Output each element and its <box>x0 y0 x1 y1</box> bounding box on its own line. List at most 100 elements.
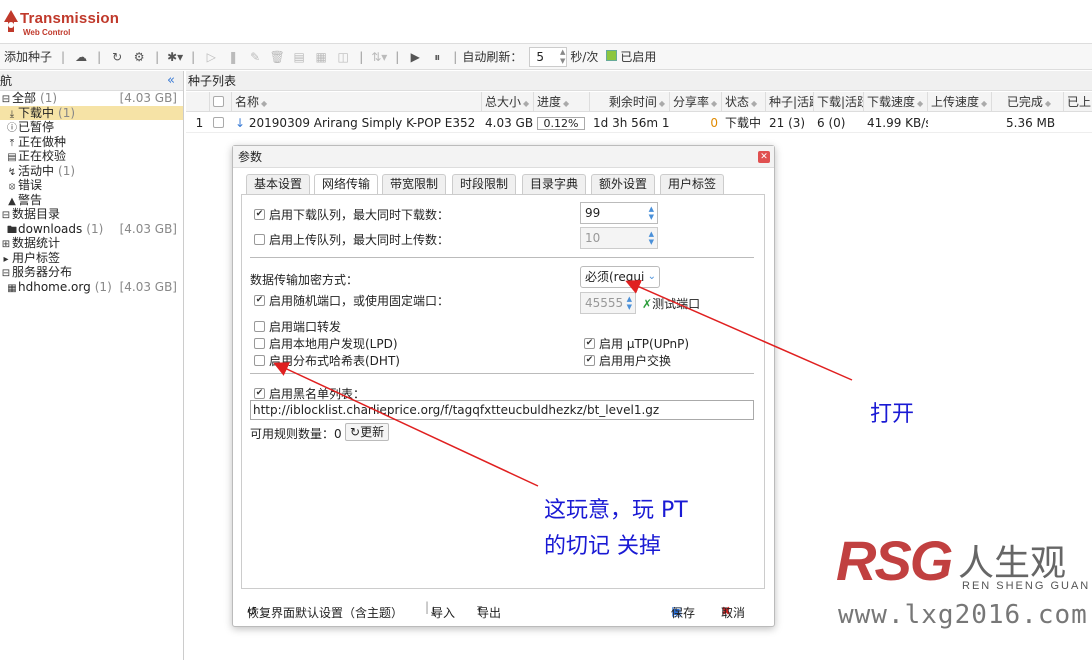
spinner-icon: ▲ ▼ <box>626 295 632 311</box>
port-forward-checkbox[interactable] <box>254 321 265 332</box>
sidebar-item-downloads[interactable]: 🖿downloads (1) [4.03 GB] <box>0 222 183 237</box>
sidebar-item-active[interactable]: ↯ 活动中 (1) <box>0 164 183 179</box>
pause-icon[interactable]: ❚ <box>224 48 242 66</box>
encryption-select[interactable]: 必须(requi ⌄ <box>580 266 660 288</box>
sidebar-item-hdhome[interactable]: ▦hdhome.org (1) [4.03 GB] <box>0 280 183 295</box>
download-queue-checkbox[interactable]: ✔ <box>254 209 265 220</box>
enabled-label: 已启用 <box>620 50 657 64</box>
sidebar-item-warning[interactable]: ▲ 警告 <box>0 193 183 208</box>
random-port-option[interactable]: ✔ 启用随机端口，或使用固定端口： <box>254 292 449 309</box>
sidebar-header: 航 « <box>0 71 183 91</box>
unit-label: 秒/次 <box>570 50 599 64</box>
sidebar-item-folders[interactable]: ⊟ 数据目录 <box>0 207 183 222</box>
blocklist-url-input[interactable]: http://iblocklist.charlieprice.org/f/tag… <box>250 400 754 420</box>
col-completed[interactable]: 已完成 ◆ <box>992 92 1064 112</box>
dht-option[interactable]: 启用分布式哈希表(DHT) <box>254 352 400 369</box>
tab-basic[interactable]: 基本设置 <box>246 174 310 194</box>
utp-option[interactable]: ✔ 启用 µTP(UPnP) <box>584 335 689 352</box>
tab-extra[interactable]: 额外设置 <box>591 174 655 194</box>
tab-labels[interactable]: 用户标签 <box>660 174 724 194</box>
port-input[interactable]: 45555 ▲ ▼ <box>580 292 636 314</box>
refresh-icon: ↻ <box>350 425 361 439</box>
lpd-option[interactable]: 启用本地用户发现(LPD) <box>254 335 398 352</box>
col-uploaded[interactable]: 已上 <box>1064 92 1092 112</box>
sidebar-item-paused[interactable]: ⓘ已暂停 <box>0 120 183 135</box>
col-remaining[interactable]: 剩余时间 ◆ <box>590 92 670 112</box>
col-seeds[interactable]: 种子|活跃 <box>766 92 814 112</box>
verify-icon[interactable]: ▤ <box>290 48 308 66</box>
chevron-down-icon: ⌄ <box>647 271 656 282</box>
app-header: Transmission Web Control <box>0 0 1092 44</box>
test-port-button[interactable]: ✗测试端口 <box>642 295 700 312</box>
sidebar-item-checking[interactable]: ▤正在校验 <box>0 149 183 164</box>
col-ratio[interactable]: 分享率 ◆ <box>670 92 722 112</box>
start-all-icon[interactable]: ▶ <box>406 48 424 66</box>
lpd-checkbox[interactable] <box>254 338 265 349</box>
close-icon[interactable]: ✕ <box>758 151 770 163</box>
sidebar-item-error[interactable]: ⦻ 错误 <box>0 178 183 193</box>
utp-checkbox[interactable]: ✔ <box>584 338 595 349</box>
sidebar-item-labels[interactable]: ▸ 用户标签 <box>0 251 183 266</box>
sidebar-item-stats[interactable]: ⊞ 数据统计 <box>0 236 183 251</box>
select-all-checkbox[interactable] <box>210 92 232 112</box>
progress-bar: 0.12% <box>534 113 590 133</box>
col-name[interactable]: 名称 ◆ <box>232 92 482 112</box>
col-status[interactable]: 状态 ◆ <box>722 92 766 112</box>
speed-icon[interactable]: ☁ <box>72 48 90 66</box>
col-progress[interactable]: 进度 ◆ <box>534 92 590 112</box>
refresh-icon[interactable]: ↻ <box>108 48 126 66</box>
tab-network[interactable]: 网络传输 <box>314 174 378 195</box>
watermark-brand: RSG <box>836 529 953 592</box>
tab-bandwidth[interactable]: 带宽限制 <box>382 174 446 194</box>
toolbar: 添加种子 | ☁ | ↻ ⚙ | ✱▾ | ▷ ❚ ✎ 🗑 ▤ ▦ ◫ | ⇅▾… <box>0 44 1092 70</box>
upload-queue-input[interactable]: 10 ▲ ▼ <box>580 227 658 249</box>
annotation-note-line2: 的切记 关掉 <box>544 534 661 559</box>
collapse-icon[interactable]: « <box>167 71 175 91</box>
network-panel: ✔ 启用下载队列，最大同时下载数： 99 ▲ ▼ 启用上传队列，最大同时上传数： 10… <box>241 194 765 589</box>
col-size[interactable]: 总大小 ◆ <box>482 92 534 112</box>
spinner-icon[interactable]: ▲ ▼ <box>560 48 565 66</box>
add-torrent-button[interactable]: 添加种子 <box>4 48 52 65</box>
app-title: Transmission <box>20 10 120 27</box>
annotation-note-line1: 这玩意，玩 PT <box>544 498 688 523</box>
pause-all-icon[interactable]: ⏸ <box>428 48 446 66</box>
refresh-interval-input[interactable]: 5 ▲ ▼ <box>529 46 568 67</box>
edit-icon[interactable]: ✎ <box>246 48 264 66</box>
watermark-pinyin: REN SHENG GUAN <box>962 580 1091 592</box>
dht-checkbox[interactable] <box>254 355 265 366</box>
tab-schedule[interactable]: 时段限制 <box>452 174 516 194</box>
download-queue-input[interactable]: 99 ▲ ▼ <box>580 202 658 224</box>
sidebar-item-downloading[interactable]: ⤓ 下载中 (1) <box>0 105 183 120</box>
sidebar-item-all[interactable]: ⊟ 全部 (1) [4.03 GB] <box>0 91 183 106</box>
sidebar-item-seeding[interactable]: ⤒ 正在做种 <box>0 135 183 150</box>
download-queue-option[interactable]: ✔ 启用下载队列，最大同时下载数： <box>254 206 449 223</box>
upload-queue-checkbox[interactable] <box>254 234 265 245</box>
blocklist-checkbox[interactable]: ✔ <box>254 388 265 399</box>
tab-directory[interactable]: 目录字典 <box>522 174 586 194</box>
rules-count-label: 可用规则数量：0 <box>250 427 342 441</box>
random-port-checkbox[interactable]: ✔ <box>254 295 265 306</box>
col-down-speed[interactable]: 下载速度 ◆ <box>864 92 928 112</box>
delete-icon[interactable]: 🗑 <box>268 48 286 66</box>
col-up-speed[interactable]: 上传速度 ◆ <box>928 92 992 112</box>
auto-refresh-checkbox[interactable] <box>606 50 618 61</box>
start-icon[interactable]: ▷ <box>202 48 220 66</box>
upload-queue-option[interactable]: 启用上传队列，最大同时上传数： <box>254 231 449 248</box>
port-forward-option[interactable]: 启用端口转发 <box>254 318 341 335</box>
sidebar: 航 « ⊟ 全部 (1) [4.03 GB] ⤓ 下载中 (1) ⓘ已暂停 ⤒ 正在做种 ▤… <box>0 71 184 660</box>
gear-icon[interactable]: ⚙ <box>130 48 148 66</box>
move-icon[interactable]: ▦ <box>312 48 330 66</box>
rename-icon[interactable]: ◫ <box>334 48 352 66</box>
table-row[interactable]: 1 ↓ 20190309 Arirang Simply K-POP E352 4… <box>186 113 1092 133</box>
tracker-icon: ▦ <box>7 282 17 294</box>
sidebar-item-trackers[interactable]: ⊟ 服务器分布 <box>0 265 183 280</box>
app-subtitle: Web Control <box>23 28 71 37</box>
queue-icon[interactable]: ⇅▾ <box>370 48 388 66</box>
plugin-icon[interactable]: ✱▾ <box>166 48 184 66</box>
col-peers[interactable]: 下载|活跃 <box>814 92 864 112</box>
pex-option[interactable]: ✔ 启用用户交换 <box>584 352 671 369</box>
update-button[interactable]: ↻更新 <box>345 423 390 441</box>
pex-checkbox[interactable]: ✔ <box>584 355 595 366</box>
watermark-cn: 人生观 <box>958 543 1067 584</box>
row-checkbox[interactable] <box>210 113 232 133</box>
